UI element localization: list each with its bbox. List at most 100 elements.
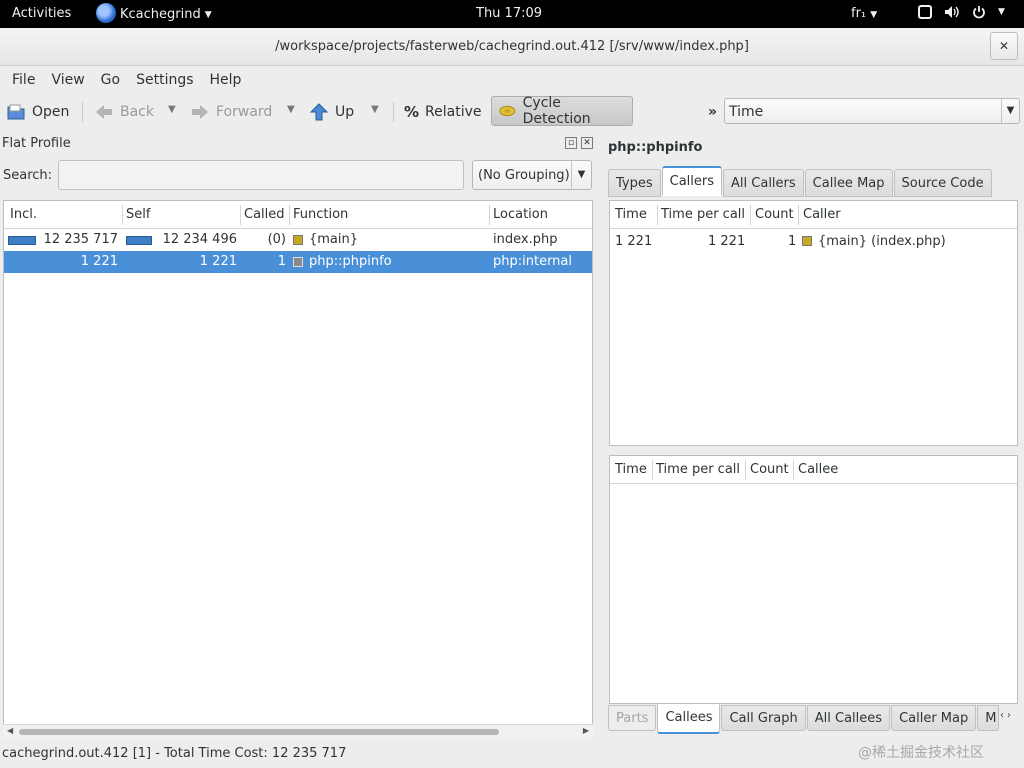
callees-header: Time Time per call Count Callee bbox=[610, 456, 1017, 484]
system-tray[interactable]: ▼ bbox=[918, 5, 1005, 19]
forward-button[interactable]: Forward bbox=[190, 98, 272, 126]
app-menu[interactable]: Kcachegrind ▼ bbox=[96, 3, 212, 23]
relative-label: Relative bbox=[425, 104, 482, 120]
column-self[interactable]: Self bbox=[126, 207, 150, 222]
close-dock-icon[interactable]: ✕ bbox=[581, 137, 593, 149]
column-divider bbox=[793, 460, 794, 480]
column-caller[interactable]: Caller bbox=[803, 207, 841, 222]
column-time-per-call[interactable]: Time per call bbox=[656, 462, 740, 477]
column-divider bbox=[122, 205, 123, 225]
forward-arrow-icon bbox=[192, 105, 208, 119]
scroll-left-icon[interactable]: ◀ bbox=[7, 726, 13, 735]
window-title: /workspace/projects/fasterweb/cachegrind… bbox=[275, 39, 749, 54]
scrollbar-thumb[interactable] bbox=[19, 729, 499, 735]
percent-icon: % bbox=[404, 103, 420, 121]
function-value: {main} bbox=[309, 232, 359, 247]
cycle-icon bbox=[499, 105, 516, 117]
chevron-down-icon: ▼ bbox=[870, 10, 878, 20]
caller-name: {main} (index.php) bbox=[818, 234, 946, 249]
activities-button[interactable]: Activities bbox=[12, 6, 71, 21]
volume-icon bbox=[945, 6, 959, 18]
tab-types[interactable]: Types bbox=[608, 169, 661, 197]
tab-caller-map[interactable]: Caller Map bbox=[891, 705, 977, 731]
back-label: Back bbox=[120, 104, 154, 120]
chevron-right-icon[interactable]: › bbox=[1007, 710, 1011, 721]
column-time[interactable]: Time bbox=[615, 462, 647, 477]
event-type-value: Time bbox=[729, 104, 764, 120]
toolbar-separator bbox=[82, 102, 83, 122]
flat-profile-list[interactable]: Incl. Self Called Function Location 12 2… bbox=[3, 200, 593, 738]
open-folder-icon bbox=[7, 104, 25, 120]
menu-view[interactable]: View bbox=[43, 66, 92, 94]
chevron-left-icon[interactable]: ‹ bbox=[1000, 710, 1004, 721]
column-function[interactable]: Function bbox=[293, 207, 348, 222]
top-tab-bar: Types Callers All Callers Callee Map Sou… bbox=[608, 166, 993, 197]
self-value: 1 221 bbox=[199, 254, 237, 269]
language-label: fr₁ bbox=[851, 6, 867, 21]
grouping-select[interactable]: (No Grouping) ▼ bbox=[472, 160, 592, 190]
column-divider bbox=[289, 205, 290, 225]
clock[interactable]: Thu 17:09 bbox=[476, 6, 542, 21]
event-type-select[interactable]: Time ▼ bbox=[724, 98, 1020, 124]
called-value: (0) bbox=[267, 232, 286, 247]
column-called[interactable]: Called bbox=[244, 207, 285, 222]
open-button[interactable]: Open bbox=[6, 98, 69, 126]
cycle-detection-toggle[interactable]: Cycle Detection bbox=[491, 95, 633, 127]
column-incl[interactable]: Incl. bbox=[10, 207, 37, 222]
flat-profile-title: Flat Profile bbox=[2, 136, 71, 151]
function-color-swatch bbox=[293, 235, 303, 245]
incl-value: 12 235 717 bbox=[43, 232, 118, 247]
bottom-tab-bar: Parts Callees Call Graph All Callees Cal… bbox=[608, 704, 1000, 734]
table-row[interactable]: 1 221 1 221 1 {main} (index.php) bbox=[610, 230, 1017, 252]
column-divider bbox=[652, 460, 653, 480]
tab-more[interactable]: M bbox=[977, 705, 1000, 731]
grouping-value: (No Grouping) bbox=[478, 168, 570, 183]
search-label: Search: bbox=[3, 168, 53, 183]
callees-panel[interactable]: Time Time per call Count Callee bbox=[609, 455, 1018, 704]
back-dropdown-icon[interactable]: ▼ bbox=[168, 104, 176, 115]
tab-call-graph[interactable]: Call Graph bbox=[721, 705, 806, 731]
window-title-bar[interactable]: /workspace/projects/fasterweb/cachegrind… bbox=[0, 28, 1024, 66]
column-location[interactable]: Location bbox=[493, 207, 548, 222]
caller-time-per-call: 1 221 bbox=[708, 234, 746, 249]
column-count[interactable]: Count bbox=[750, 462, 789, 477]
tab-all-callees[interactable]: All Callees bbox=[806, 705, 891, 731]
column-time-per-call[interactable]: Time per call bbox=[661, 207, 745, 222]
back-button[interactable]: Back bbox=[94, 98, 154, 126]
function-color-swatch bbox=[802, 236, 812, 246]
dock-buttons: ▫ ✕ bbox=[565, 137, 593, 149]
tab-callees[interactable]: Callees bbox=[657, 704, 721, 734]
table-row[interactable]: 12 235 717 12 234 496 (0) {main} index.p… bbox=[4, 229, 592, 251]
tab-all-callers[interactable]: All Callers bbox=[723, 169, 804, 197]
input-language-menu[interactable]: fr₁ ▼ bbox=[851, 6, 877, 21]
toolbar-separator bbox=[393, 102, 394, 122]
menu-file[interactable]: File bbox=[4, 66, 43, 94]
horizontal-scrollbar[interactable]: ◀ ▶ bbox=[3, 724, 593, 738]
column-divider bbox=[745, 460, 746, 480]
menu-help[interactable]: Help bbox=[202, 66, 250, 94]
menu-go[interactable]: Go bbox=[93, 66, 128, 94]
relative-toggle[interactable]: % Relative bbox=[404, 98, 482, 126]
up-dropdown-icon[interactable]: ▼ bbox=[371, 104, 379, 115]
up-arrow-icon bbox=[309, 103, 329, 121]
forward-dropdown-icon[interactable]: ▼ bbox=[287, 104, 295, 115]
close-window-button[interactable]: ✕ bbox=[990, 32, 1018, 60]
column-count[interactable]: Count bbox=[755, 207, 794, 222]
tab-source-code[interactable]: Source Code bbox=[893, 169, 992, 197]
search-input[interactable] bbox=[58, 160, 464, 190]
tab-callee-map[interactable]: Callee Map bbox=[804, 169, 893, 197]
chevron-down-icon: ▼ bbox=[204, 9, 212, 20]
incl-cost-bar bbox=[8, 236, 36, 245]
scroll-right-icon[interactable]: ▶ bbox=[583, 726, 589, 735]
table-row[interactable]: 1 221 1 221 1 php::phpinfo php:internal bbox=[4, 251, 592, 273]
column-time[interactable]: Time bbox=[615, 207, 647, 222]
float-dock-icon[interactable]: ▫ bbox=[565, 137, 577, 149]
menu-settings[interactable]: Settings bbox=[128, 66, 201, 94]
toolbar-overflow-button[interactable]: » bbox=[708, 98, 717, 126]
tab-parts[interactable]: Parts bbox=[608, 705, 657, 731]
column-callee[interactable]: Callee bbox=[798, 462, 838, 477]
callers-panel[interactable]: Time Time per call Count Caller 1 221 1 … bbox=[609, 200, 1018, 446]
function-color-swatch bbox=[293, 257, 303, 267]
up-button[interactable]: Up bbox=[309, 98, 354, 126]
tab-callers[interactable]: Callers bbox=[661, 166, 723, 196]
